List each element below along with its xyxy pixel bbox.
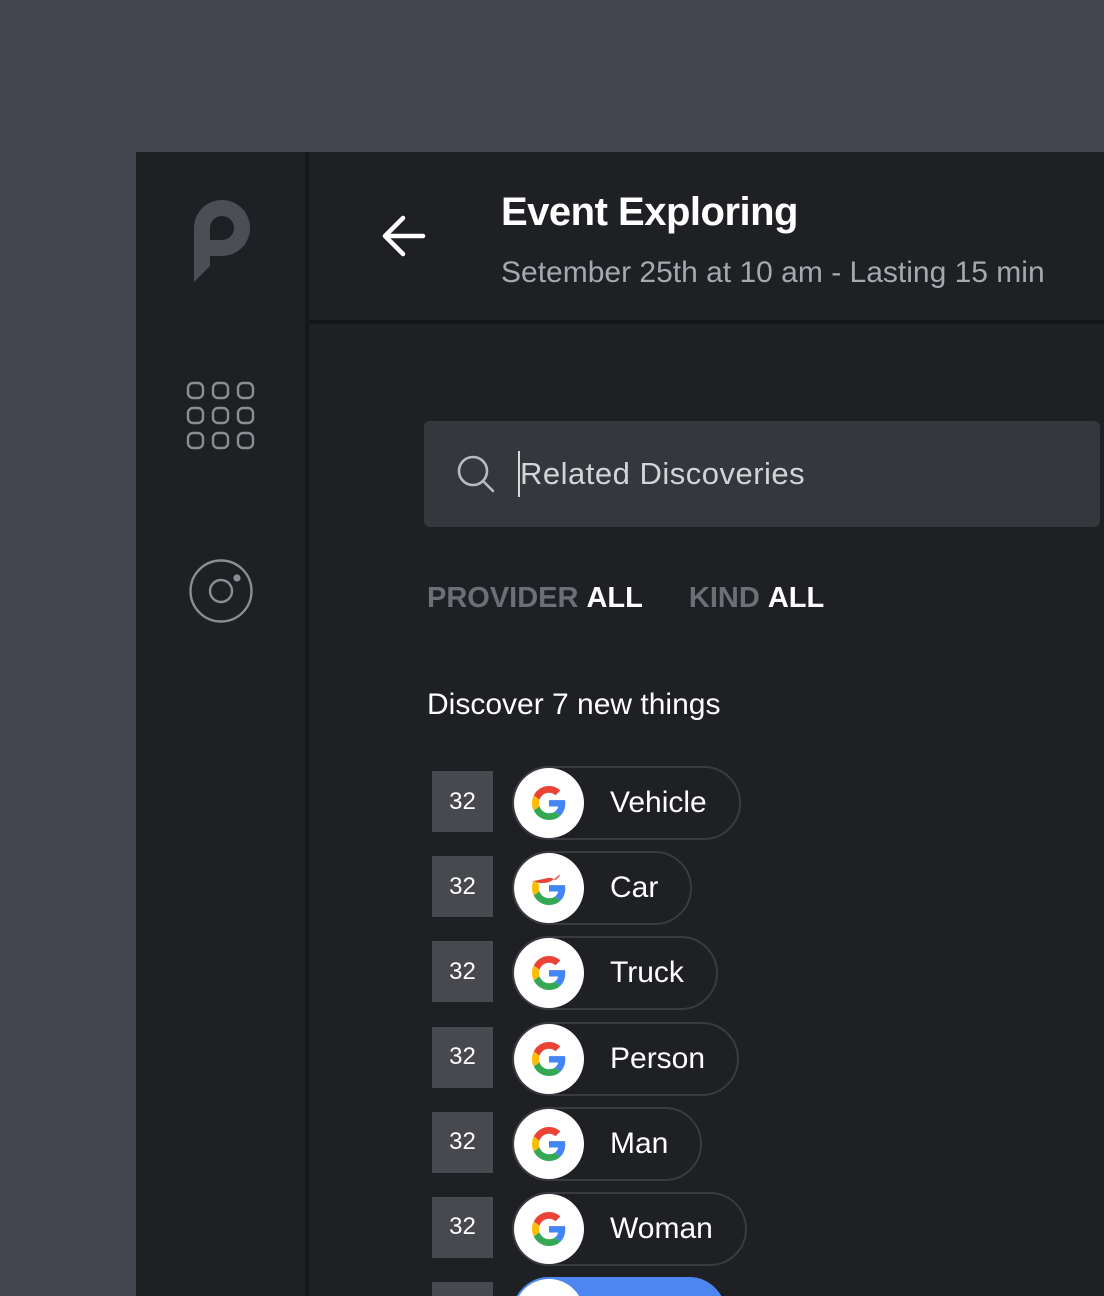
count-badge: 32 [432, 1026, 493, 1088]
discover-heading: Discover 7 new things [427, 688, 721, 721]
search-input[interactable] [520, 445, 1060, 503]
chip-label: Woman [610, 1211, 713, 1245]
google-icon [514, 938, 584, 1009]
back-arrow-icon[interactable] [379, 212, 431, 260]
provider-filter-key: PROVIDER [427, 582, 579, 614]
google-icon [514, 1279, 584, 1296]
search-bar[interactable] [424, 421, 1100, 527]
discovery-chip[interactable]: Vehicle [512, 766, 741, 840]
provider-filter[interactable]: PROVIDER ALL [427, 582, 643, 615]
discovery-chip[interactable]: Car [512, 851, 693, 926]
header: Event Exploring Setember 25th at 10 am -… [309, 152, 1104, 324]
sidebar [136, 152, 309, 1296]
chip-label: Vehicle [610, 786, 707, 819]
search-icon [457, 455, 495, 493]
discovery-chip[interactable]: Person [512, 1021, 740, 1096]
chip-label: Car [610, 871, 659, 905]
discovery-chip[interactable]: Man [512, 1106, 703, 1181]
main-panel: Event Exploring Setember 25th at 10 am -… [309, 152, 1104, 1296]
count-badge: 32 [432, 856, 493, 918]
apps-grid-icon[interactable] [184, 379, 258, 453]
discovery-chip[interactable]: Truck [512, 936, 718, 1011]
kind-filter-value: ALL [767, 582, 825, 614]
count-badge: 32 [432, 771, 493, 832]
logo-icon[interactable] [192, 198, 252, 282]
count-badge: 32 [432, 1111, 493, 1173]
google-icon [514, 1023, 584, 1094]
google-icon [514, 1193, 584, 1264]
google-icon [514, 853, 584, 924]
chip-label: Man [610, 1126, 669, 1160]
chip-label: Truck [610, 956, 684, 990]
provider-filter-value: ALL [586, 582, 643, 614]
kind-filter-key: KIND [688, 582, 760, 614]
count-badge: 32 [432, 941, 493, 1003]
discovery-chip[interactable]: Woman [512, 1191, 747, 1266]
chip-label: Person [610, 1041, 706, 1075]
google-icon [514, 1108, 584, 1179]
app-window: Event Exploring Setember 25th at 10 am -… [136, 152, 1104, 1296]
count-badge [432, 1282, 493, 1296]
page-title: Event Exploring [501, 190, 799, 234]
count-badge: 32 [432, 1196, 493, 1258]
kind-filter[interactable]: KIND ALL [689, 582, 824, 615]
discovery-chip-selected[interactable] [512, 1277, 726, 1296]
target-icon[interactable] [188, 558, 254, 624]
event-subtitle: Setember 25th at 10 am - Lasting 15 min [501, 256, 1045, 289]
google-icon [514, 768, 584, 838]
filters-bar: PROVIDER ALL KIND ALL [427, 582, 862, 615]
